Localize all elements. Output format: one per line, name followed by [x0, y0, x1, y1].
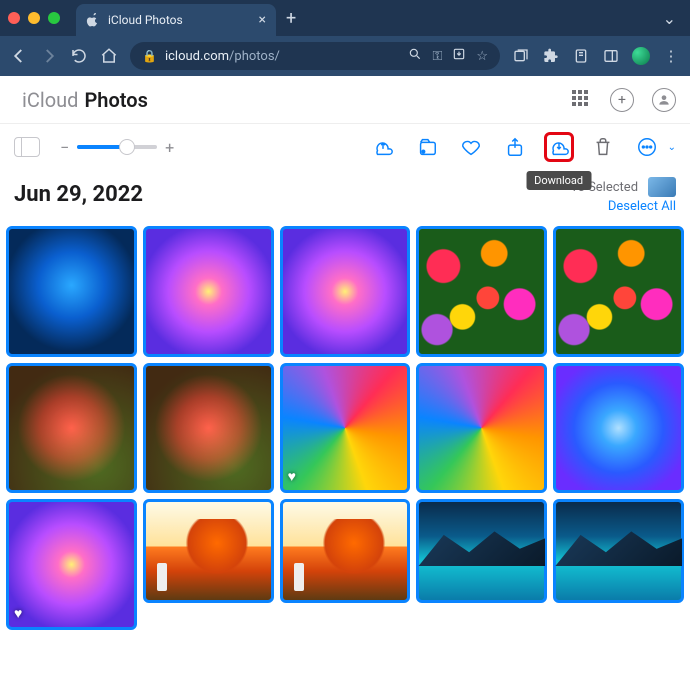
photo-thumbnail[interactable] — [8, 365, 135, 492]
favorite-heart-icon: ♥ — [288, 468, 296, 485]
photo-thumbnail[interactable] — [145, 365, 272, 492]
zoom-control: − + — [60, 138, 174, 157]
account-icon[interactable] — [652, 88, 676, 112]
section-date: Jun 29, 2022 — [14, 182, 143, 207]
side-panel-icon[interactable] — [602, 47, 620, 65]
share-button[interactable] — [500, 132, 530, 162]
extension-icons: ⋮ — [512, 47, 680, 65]
tab-list-dropdown[interactable]: ⌄ — [657, 9, 682, 28]
tab-title: iCloud Photos — [108, 13, 183, 27]
delete-button[interactable] — [588, 132, 618, 162]
photo-thumbnail[interactable] — [555, 365, 682, 492]
home-button[interactable] — [100, 47, 118, 65]
tab-strip: iCloud Photos × + ⌄ — [0, 0, 690, 36]
key-icon[interactable]: ⚿ — [432, 49, 442, 64]
photo-thumbnail[interactable]: ♥ — [8, 501, 135, 628]
deselect-all-link[interactable]: Deselect All — [570, 199, 676, 214]
address-bar-actions: ⚿ ☆ — [408, 47, 488, 65]
search-icon[interactable] — [408, 47, 422, 65]
install-icon[interactable] — [452, 47, 466, 65]
photo-thumbnail[interactable] — [555, 228, 682, 355]
download-tooltip: Download — [526, 171, 591, 190]
close-window-button[interactable] — [8, 12, 20, 24]
app-header: iCloud Photos + — [0, 76, 690, 124]
minimize-window-button[interactable] — [28, 12, 40, 24]
photo-thumbnail[interactable] — [418, 228, 545, 355]
app-launcher-icon[interactable] — [572, 90, 592, 110]
apple-favicon-icon — [86, 13, 100, 27]
zoom-out-button[interactable]: − — [60, 138, 69, 157]
sidebar-toggle-button[interactable] — [14, 137, 40, 157]
browser-menu-icon[interactable]: ⋮ — [662, 47, 680, 65]
brand-main: Photos — [84, 88, 147, 112]
zoom-slider[interactable] — [77, 145, 157, 149]
photo-thumbnail[interactable] — [418, 501, 545, 601]
upload-plus-button[interactable]: + — [610, 88, 634, 112]
favorite-button[interactable] — [456, 132, 486, 162]
profile-avatar-icon[interactable] — [632, 47, 650, 65]
favorite-heart-icon: ♥ — [14, 605, 22, 622]
photo-thumbnail[interactable] — [145, 228, 272, 355]
add-to-album-button[interactable] — [412, 132, 442, 162]
browser-toolbar: 🔒 icloud.com/photos/ ⚿ ☆ ⋮ — [0, 36, 690, 76]
forward-button[interactable] — [40, 47, 58, 65]
app-title[interactable]: iCloud Photos — [14, 88, 148, 112]
back-button[interactable] — [10, 47, 28, 65]
new-tab-button[interactable]: + — [286, 8, 296, 29]
selection-thumbnail[interactable] — [648, 177, 676, 197]
download-button[interactable]: Download — [544, 132, 574, 162]
url-path: /photos/ — [229, 49, 280, 64]
lock-icon: 🔒 — [142, 49, 157, 63]
tab-groups-icon[interactable] — [512, 47, 530, 65]
more-menu-caret-icon[interactable]: ⌄ — [668, 142, 676, 153]
zoom-in-button[interactable]: + — [165, 138, 174, 157]
photo-thumbnail[interactable] — [555, 501, 682, 601]
reading-list-icon[interactable] — [572, 47, 590, 65]
photo-thumbnail[interactable] — [418, 365, 545, 492]
browser-tab[interactable]: iCloud Photos × — [76, 4, 276, 36]
action-bar: − + Download ⌄ — [0, 124, 690, 170]
close-tab-icon[interactable]: × — [259, 12, 266, 28]
photo-thumbnail[interactable] — [8, 228, 135, 355]
address-bar[interactable]: 🔒 icloud.com/photos/ ⚿ ☆ — [130, 42, 500, 70]
bookmark-star-icon[interactable]: ☆ — [476, 49, 488, 64]
photo-thumbnail[interactable] — [282, 501, 409, 601]
photo-thumbnail[interactable] — [145, 501, 272, 601]
more-menu-button[interactable] — [632, 132, 662, 162]
upload-button[interactable] — [368, 132, 398, 162]
brand-prefix: iCloud — [22, 88, 78, 112]
browser-chrome: iCloud Photos × + ⌄ 🔒 icloud.com/photos/… — [0, 0, 690, 76]
photo-grid: ♥♥ — [0, 218, 690, 638]
window-controls — [8, 12, 60, 24]
maximize-window-button[interactable] — [48, 12, 60, 24]
photo-thumbnail[interactable] — [282, 228, 409, 355]
url-host: icloud.com — [165, 49, 229, 64]
photo-thumbnail[interactable]: ♥ — [282, 365, 409, 492]
extensions-puzzle-icon[interactable] — [542, 47, 560, 65]
reload-button[interactable] — [70, 47, 88, 65]
